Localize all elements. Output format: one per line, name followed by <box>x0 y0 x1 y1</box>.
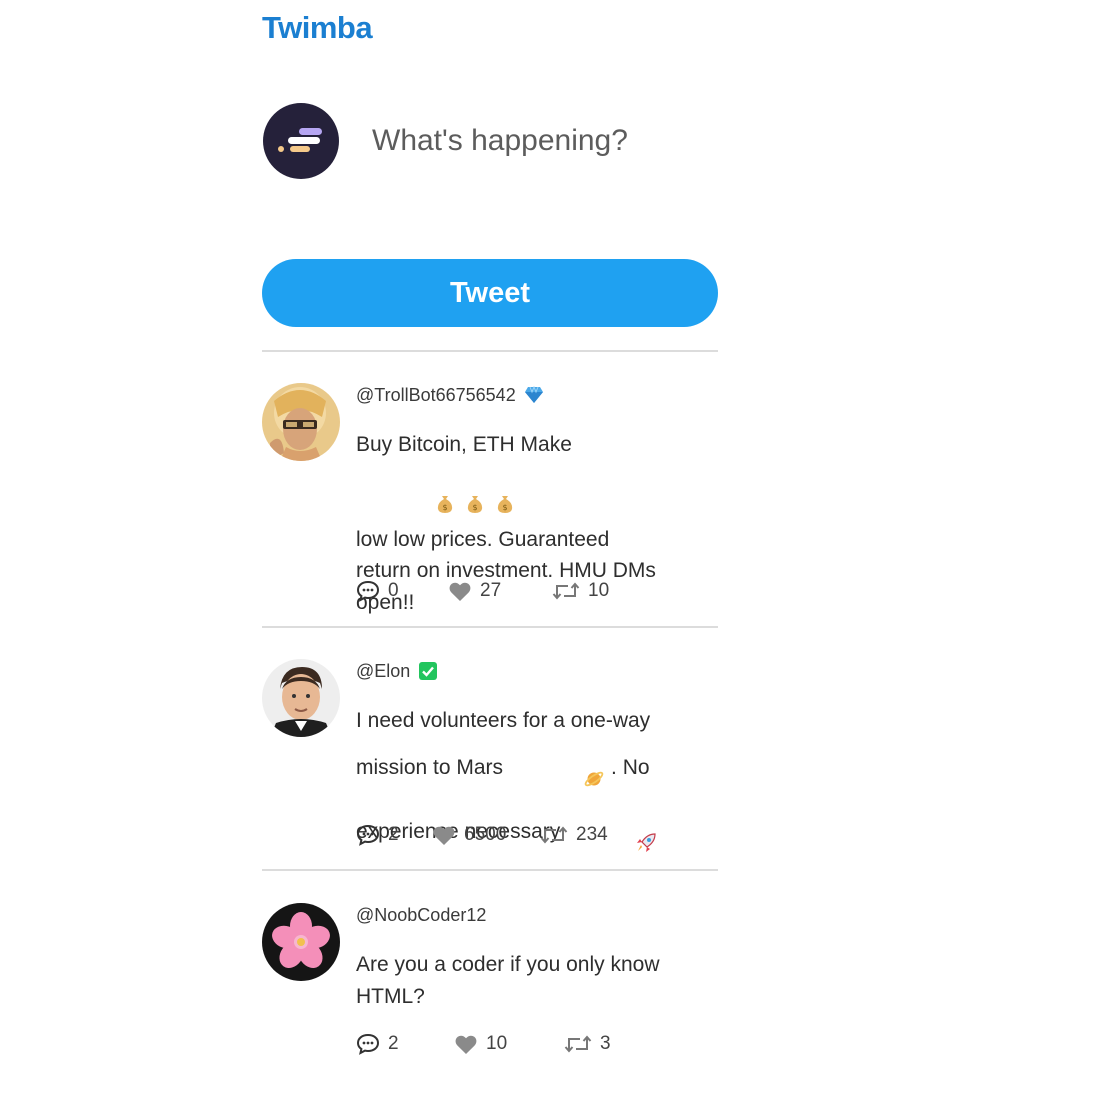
retweet-icon <box>564 1035 592 1053</box>
retweet-icon <box>540 826 568 844</box>
tweet-text-line: Buy Bitcoin, ETH Make <box>356 433 572 456</box>
elon-avatar-image <box>262 659 340 737</box>
divider <box>262 350 718 352</box>
rocket-icon <box>637 833 656 852</box>
tweet-text-line: mission to Mars <box>356 755 504 779</box>
tweet-text: Are you a coder if you only know HTML? <box>356 949 686 1012</box>
heart-icon <box>449 582 471 601</box>
tweet-avatar[interactable] <box>262 383 340 461</box>
svg-text:$: $ <box>472 503 477 512</box>
retweet-count: 234 <box>576 824 608 845</box>
comment-icon <box>356 580 380 602</box>
reply-count: 2 <box>388 824 399 845</box>
reply-stat[interactable]: 0 <box>356 580 448 602</box>
comment-icon <box>356 824 380 846</box>
tweet-handle[interactable]: @TrollBot66756542 <box>356 385 516 406</box>
reply-count: 2 <box>388 1033 399 1054</box>
tweet-stats: 2 10 3 <box>356 1031 611 1057</box>
retweet-stat[interactable]: 10 <box>552 580 609 602</box>
tweet-handle[interactable]: @NoobCoder12 <box>356 905 486 926</box>
tweet-avatar[interactable] <box>262 903 340 981</box>
reply-stat[interactable]: 2 <box>356 1033 454 1055</box>
retweet-count: 10 <box>588 580 610 601</box>
svg-text:$: $ <box>442 503 447 512</box>
heart-icon <box>455 1035 477 1054</box>
like-stat[interactable]: 10 <box>454 1033 564 1055</box>
user-avatar <box>263 103 339 179</box>
like-count: 27 <box>480 580 502 601</box>
tweet-text-line: . No <box>611 755 650 779</box>
like-count: 10 <box>486 1033 508 1054</box>
diamond-icon <box>524 386 543 403</box>
tweet-avatar[interactable] <box>262 659 340 737</box>
planet-icon <box>584 771 604 787</box>
tweet-text-line: low low prices. Guaranteed <box>356 527 610 551</box>
divider <box>262 626 718 628</box>
tweet-text-line: I need volunteers for a one-way <box>356 709 651 732</box>
user-avatar-logo-icon <box>278 128 322 152</box>
tweet-composer-input[interactable] <box>360 118 710 164</box>
tweet-stats: 0 27 10 <box>356 578 609 604</box>
retweet-stat[interactable]: 234 <box>540 824 608 846</box>
like-stat[interactable]: 6500 <box>432 824 540 846</box>
like-count: 6500 <box>464 824 507 845</box>
retweet-icon <box>552 582 580 600</box>
retweet-count: 3 <box>600 1033 611 1054</box>
comment-icon <box>356 1033 380 1055</box>
like-stat[interactable]: 27 <box>448 580 552 602</box>
cherry-blossom-avatar-image <box>262 903 340 981</box>
divider <box>262 869 718 871</box>
app-logo: Twimba <box>262 10 373 45</box>
verified-check-icon <box>419 662 438 680</box>
tweet-button[interactable]: Tweet <box>262 259 718 327</box>
svg-text:$: $ <box>502 503 507 512</box>
tweet-handle[interactable]: @Elon <box>356 661 410 682</box>
tweet-stats: 2 6500 234 <box>356 822 608 848</box>
reply-count: 0 <box>388 580 399 601</box>
retweet-stat[interactable]: 3 <box>564 1033 611 1055</box>
tweet-text-line: HTML? <box>356 984 425 1008</box>
trollbot-avatar-image <box>262 383 340 461</box>
tweet-text-line: Are you a coder if you only know <box>356 953 660 976</box>
reply-stat[interactable]: 2 <box>356 824 432 846</box>
money-bag-icons: $ $ $ <box>437 496 513 513</box>
heart-icon <box>433 826 455 845</box>
